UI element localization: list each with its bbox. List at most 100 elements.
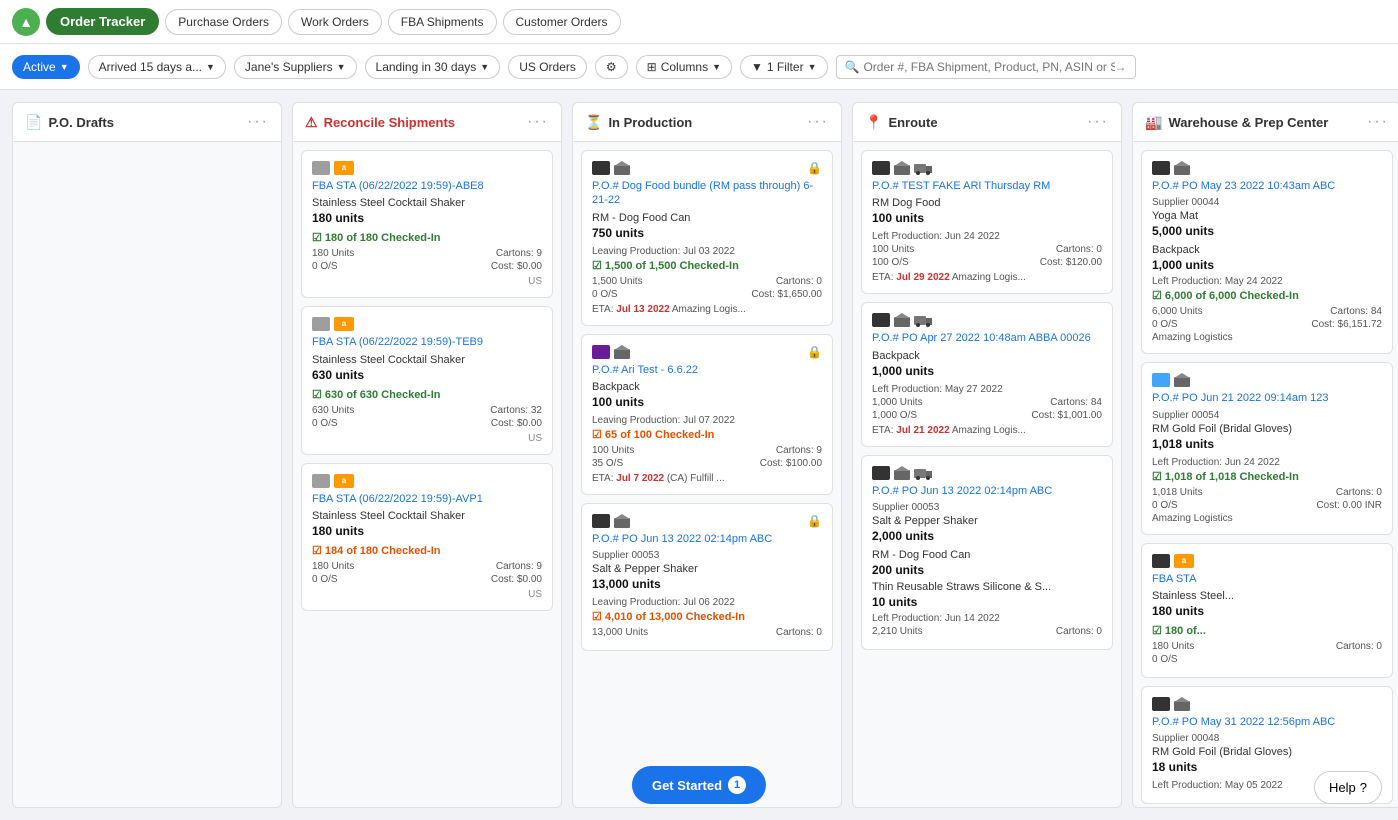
search-input[interactable]: [863, 60, 1114, 74]
gear-btn[interactable]: ⚙: [595, 55, 628, 79]
units-left: 13,000 Units: [592, 627, 648, 638]
filter-btn[interactable]: ▼ 1 Filter ▼: [740, 55, 828, 79]
units-left: 180 Units: [312, 561, 354, 572]
purchase-orders-tab[interactable]: Purchase Orders: [165, 9, 282, 35]
cartons-right: Cartons: 0: [1336, 487, 1382, 498]
card-row-1: 630 Units Cartons: 32: [312, 405, 542, 416]
cost-right: Cost: $0.00: [491, 261, 542, 272]
card-product3: Thin Reusable Straws Silicone & S...: [872, 581, 1102, 593]
get-started-label: Get Started: [652, 778, 722, 793]
card-checked: ☑ 4,010 of 13,000 Checked-In: [592, 610, 822, 623]
card-warehouse-3[interactable]: a FBA STA Stainless Steel... 180 units ☑…: [1141, 543, 1393, 678]
card-units: 5,000 units: [1152, 224, 1382, 238]
card-reconcile-1[interactable]: a FBA STA (06/22/2022 19:59)-ABE8 Stainl…: [301, 150, 553, 298]
card-logistics: Amazing Logistics: [1152, 513, 1382, 524]
get-started-button[interactable]: Get Started 1: [632, 766, 766, 804]
tag-icon: [872, 161, 890, 175]
warehouse-icon: [1174, 697, 1190, 711]
po-drafts-title: P.O. Drafts: [48, 115, 114, 130]
active-filter-btn[interactable]: Active ▼: [12, 55, 80, 79]
card-warehouse-2[interactable]: P.O.# PO Jun 21 2022 09:14am 123 Supplie…: [1141, 362, 1393, 534]
units-left: 1,000 Units: [872, 397, 923, 408]
card-checked: ☑ 180 of 180 Checked-In: [312, 231, 542, 244]
card-checked: ☑ 180 of...: [1152, 624, 1382, 637]
column-header-enroute: 📍 Enroute ···: [853, 103, 1121, 142]
card-enroute-3[interactable]: P.O.# PO Jun 13 2022 02:14pm ABC Supplie…: [861, 455, 1113, 650]
card-units: 180 units: [312, 211, 542, 225]
po-drafts-icon: 📄: [25, 114, 42, 131]
warehouse-menu[interactable]: ···: [1367, 113, 1389, 131]
in-production-menu[interactable]: ···: [807, 113, 829, 131]
supplier-filter-btn[interactable]: Jane's Suppliers ▼: [234, 55, 357, 79]
card-enroute-2[interactable]: P.O.# PO Apr 27 2022 10:48am ABBA 00026 …: [861, 302, 1113, 446]
card-enroute-1[interactable]: P.O.# TEST FAKE ARI Thursday RM RM Dog F…: [861, 150, 1113, 294]
card-eta: ETA: Jul 21 2022 Amazing Logis...: [872, 425, 1102, 436]
card-row-2: 0 O/S: [1152, 654, 1382, 665]
os-left: 35 O/S: [592, 458, 623, 469]
card-product: Stainless Steel Cocktail Shaker: [312, 354, 542, 366]
card-inprod-3[interactable]: 🔒 P.O.# PO Jun 13 2022 02:14pm ABC Suppl…: [581, 503, 833, 651]
cartons-right: Cartons: 0: [1336, 641, 1382, 652]
card-inprod-2[interactable]: 🔒 P.O.# Ari Test - 6.6.22 Backpack 100 u…: [581, 334, 833, 495]
cartons-right: Cartons: 9: [496, 561, 542, 572]
card-title: P.O.# PO Jun 21 2022 09:14am 123: [1152, 391, 1382, 405]
reconcile-menu[interactable]: ···: [527, 113, 549, 131]
card-icons: [1152, 697, 1382, 711]
home-button[interactable]: ▲: [12, 8, 40, 36]
kanban-board: 📄 P.O. Drafts ··· ⚠ Reconcile Shipments …: [0, 90, 1398, 820]
card-row-1: 180 Units Cartons: 9: [312, 248, 542, 259]
tag-icon: [592, 345, 610, 359]
column-header-in-production: ⏳ In Production ···: [573, 103, 841, 142]
cartons-right: Cartons: 0: [776, 627, 822, 638]
filter-label: 1 Filter: [767, 60, 804, 74]
region-filter-btn[interactable]: US Orders: [508, 55, 587, 79]
column-in-production: ⏳ In Production ··· 🔒 P.O.# Dog Food bun…: [572, 102, 842, 808]
warehouse-body: P.O.# PO May 23 2022 10:43am ABC Supplie…: [1133, 142, 1398, 807]
card-row-1: 100 Units Cartons: 9: [592, 445, 822, 456]
amazon-icon: a: [334, 161, 354, 175]
work-orders-tab[interactable]: Work Orders: [288, 9, 382, 35]
tag-icon: [312, 474, 330, 488]
enroute-icon: 📍: [865, 114, 882, 131]
card-units: 180 units: [1152, 604, 1382, 618]
card-row-2: 0 O/S Cost: $0.00: [312, 418, 542, 429]
tag-icon: [592, 514, 610, 528]
help-button[interactable]: Help ?: [1314, 771, 1382, 804]
card-checked: ☑ 1,018 of 1,018 Checked-In: [1152, 470, 1382, 483]
active-caret: ▼: [60, 62, 69, 72]
fba-shipments-tab[interactable]: FBA Shipments: [388, 9, 497, 35]
card-reconcile-3[interactable]: a FBA STA (06/22/2022 19:59)-AVP1 Stainl…: [301, 463, 553, 611]
card-leaving: Left Production: May 27 2022: [872, 384, 1102, 395]
customer-orders-tab[interactable]: Customer Orders: [503, 9, 621, 35]
card-leaving: Left Production: Jun 14 2022: [872, 613, 1102, 624]
card-row-2: 0 O/S Cost: $6,151.72: [1152, 319, 1382, 330]
cost-right: Cost: $0.00: [491, 418, 542, 429]
search-box[interactable]: 🔍 →: [836, 55, 1136, 79]
enroute-menu[interactable]: ···: [1087, 113, 1109, 131]
arrived-filter-btn[interactable]: Arrived 15 days a... ▼: [88, 55, 226, 79]
card-eta: ETA: Jul 29 2022 Amazing Logis...: [872, 272, 1102, 283]
card-logistics: Amazing Logistics: [1152, 332, 1382, 343]
card-warehouse-1[interactable]: P.O.# PO May 23 2022 10:43am ABC Supplie…: [1141, 150, 1393, 354]
card-row-2: 0 O/S Cost: $1,650.00: [592, 289, 822, 300]
cost-right: Cost: $100.00: [760, 458, 822, 469]
columns-btn[interactable]: ⊞ Columns ▼: [636, 55, 732, 79]
po-drafts-menu[interactable]: ···: [247, 113, 269, 131]
card-title: P.O.# Ari Test - 6.6.22: [592, 363, 822, 377]
card-product: Stainless Steel Cocktail Shaker: [312, 197, 542, 209]
amazon-icon: a: [334, 317, 354, 331]
cost-right: Cost: $6,151.72: [1311, 319, 1382, 330]
arrived-caret: ▼: [206, 62, 215, 72]
card-product: Salt & Pepper Shaker: [872, 515, 1102, 527]
card-row-1: 6,000 Units Cartons: 84: [1152, 306, 1382, 317]
cartons-right: Cartons: 9: [496, 248, 542, 259]
card-title: FBA STA (06/22/2022 19:59)-TEB9: [312, 335, 542, 349]
landing-filter-btn[interactable]: Landing in 30 days ▼: [365, 55, 501, 79]
order-tracker-tab[interactable]: Order Tracker: [46, 8, 159, 35]
column-warehouse: 🏭 Warehouse & Prep Center ··· P.O.# PO M…: [1132, 102, 1398, 808]
card-reconcile-2[interactable]: a FBA STA (06/22/2022 19:59)-TEB9 Stainl…: [301, 306, 553, 454]
os-left: 1,000 O/S: [872, 410, 917, 421]
card-inprod-1[interactable]: 🔒 P.O.# Dog Food bundle (RM pass through…: [581, 150, 833, 326]
cost-right: Cost: $120.00: [1040, 257, 1102, 268]
units-left: 630 Units: [312, 405, 354, 416]
